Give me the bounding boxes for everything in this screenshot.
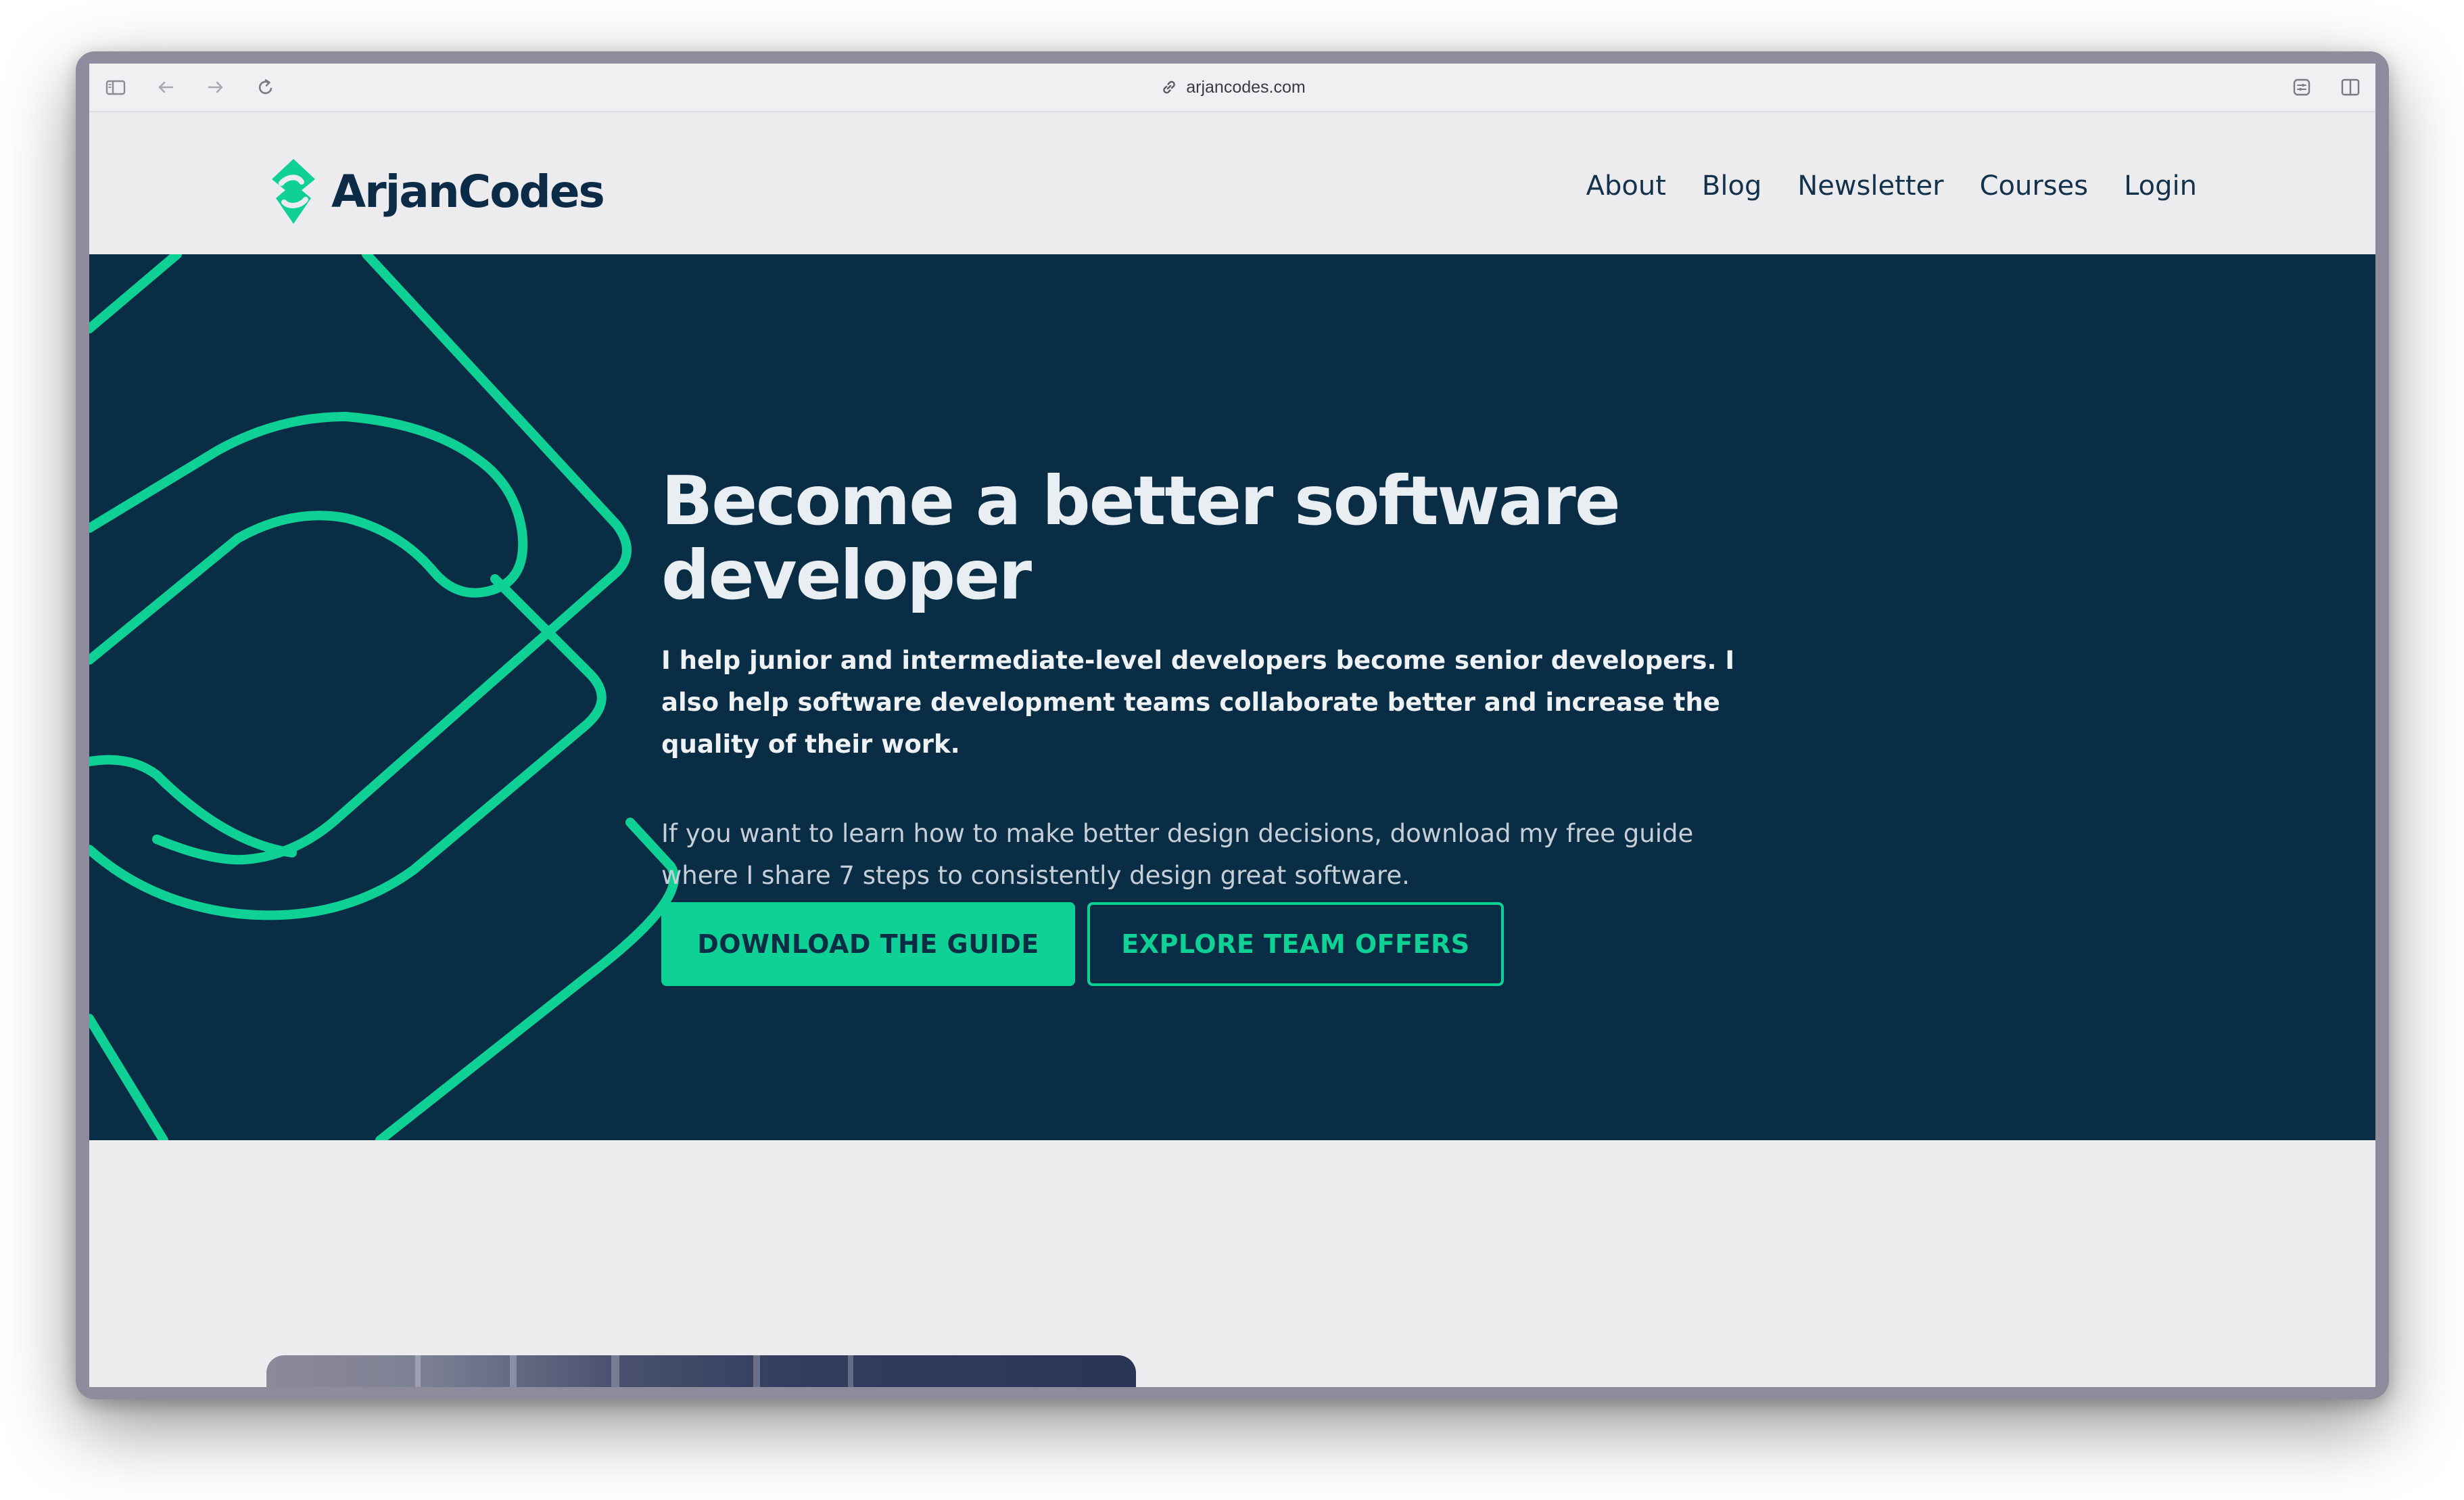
nav-about[interactable]: About [1586,170,1666,202]
main-nav: About Blog Newsletter Courses Login [1586,170,2197,202]
hero-sub-text: If you want to learn how to make better … [661,819,1694,890]
logo[interactable]: ArjanCodes [266,156,605,227]
photo-preview [266,1355,1136,1387]
browser-toolbar: arjancodes.com [89,64,2375,112]
nav-login[interactable]: Login [2124,170,2197,202]
explore-team-offers-button[interactable]: EXPLORE TEAM OFFERS [1087,902,1504,986]
hero-decorative-logo-outline [89,254,679,1140]
split-view-icon[interactable] [2339,76,2362,99]
hero-title: Become a better software developer [661,461,1621,615]
hero-lead-text: I help junior and intermediate-level dev… [661,646,1735,759]
logo-text: ArjanCodes [331,165,605,218]
url-text[interactable]: arjancodes.com [1186,78,1305,97]
download-guide-button[interactable]: DOWNLOAD THE GUIDE [661,902,1075,986]
hero-section: Become a better software developer I hel… [89,254,2375,1140]
arjancodes-logo-icon [272,159,315,224]
extension-icon[interactable] [2290,76,2313,99]
nav-courses[interactable]: Courses [1980,170,2089,202]
below-hero-section [89,1140,2375,1387]
address-bar[interactable]: arjancodes.com [89,64,2375,111]
nav-blog[interactable]: Blog [1702,170,1761,202]
nav-newsletter[interactable]: Newsletter [1797,170,1943,202]
hero-content: Become a better software developer I hel… [661,464,1811,897]
browser-content: arjancodes.com ArjanCodes About Blog New… [89,64,2375,1387]
hero-buttons: DOWNLOAD THE GUIDE EXPLORE TEAM OFFERS [661,902,1504,986]
browser-window: arjancodes.com ArjanCodes About Blog New… [76,51,2389,1399]
link-icon [1159,77,1179,97]
site-header: ArjanCodes About Blog Newsletter Courses… [89,112,2375,254]
